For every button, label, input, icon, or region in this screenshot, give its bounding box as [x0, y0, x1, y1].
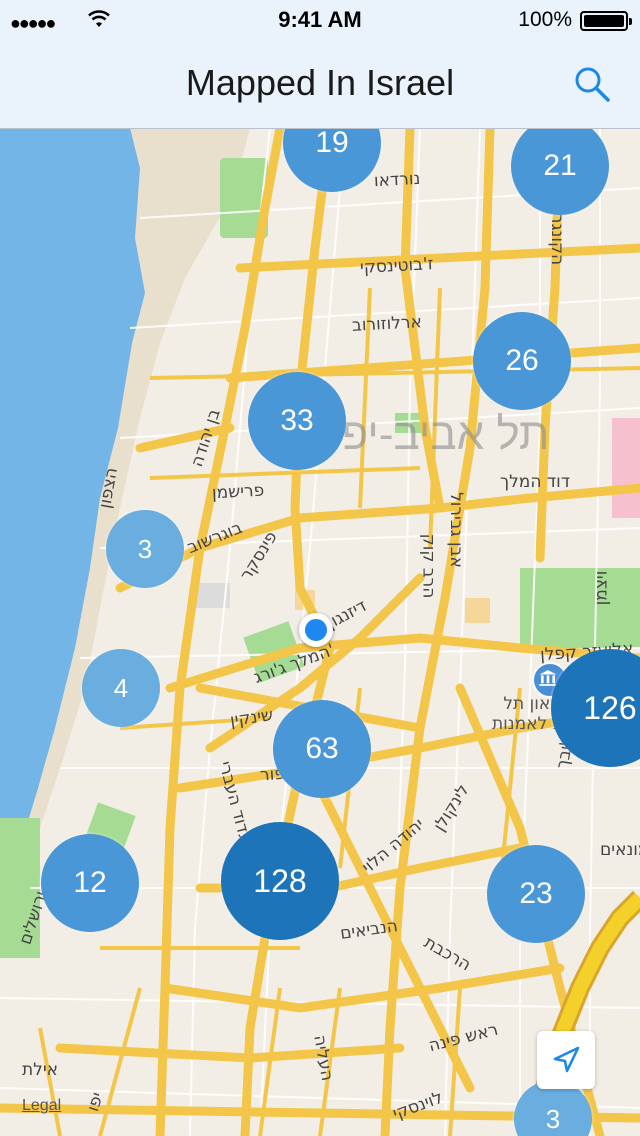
park-area — [520, 568, 640, 648]
map-cluster[interactable]: 63 — [273, 700, 371, 798]
street-label: אילת — [22, 1060, 59, 1080]
battery-icon — [580, 11, 632, 31]
map-cluster[interactable]: 3 — [106, 510, 184, 588]
street-label: החשמונאים — [600, 840, 640, 860]
street-label: אבן גבירול — [445, 492, 466, 568]
locate-me-button[interactable] — [537, 1031, 595, 1089]
pink-area — [612, 418, 640, 518]
street-label: פרישמן — [211, 480, 265, 504]
map-cluster[interactable]: 23 — [487, 845, 585, 943]
map-cluster[interactable]: 26 — [473, 312, 571, 410]
street-label: ז'בוטינסקי — [359, 254, 435, 278]
battery-percent: 100% — [518, 8, 572, 31]
street-label: ויצמן — [591, 570, 612, 606]
page-title: Mapped In Israel — [185, 62, 455, 103]
map-cluster[interactable]: 128 — [221, 822, 339, 940]
street-label: הרב קוק — [418, 533, 439, 599]
street-label: נורדאו — [373, 168, 421, 192]
legal-link[interactable]: Legal — [22, 1097, 61, 1115]
status-bar: ●●●●● 9:41 AM 100% — [0, 0, 640, 40]
search-icon[interactable] — [570, 62, 614, 106]
street-label: דוד המלך — [500, 472, 571, 492]
current-location-dot — [299, 613, 333, 647]
map-cluster[interactable]: 4 — [82, 649, 160, 727]
map-view[interactable]: נורדאו ז'בוטינסקי ארלוזורוב בן יהודה דוד… — [0, 128, 640, 1136]
map-cluster[interactable]: 33 — [248, 372, 346, 470]
location-arrow-icon — [553, 1046, 580, 1073]
navigation-bar: Mapped In Israel — [0, 40, 640, 129]
street-label: ארלוזורוב — [351, 312, 423, 336]
map-cluster[interactable]: 12 — [41, 834, 139, 932]
city-label: תל אביב-יפו — [330, 410, 550, 459]
building-area — [465, 598, 490, 623]
